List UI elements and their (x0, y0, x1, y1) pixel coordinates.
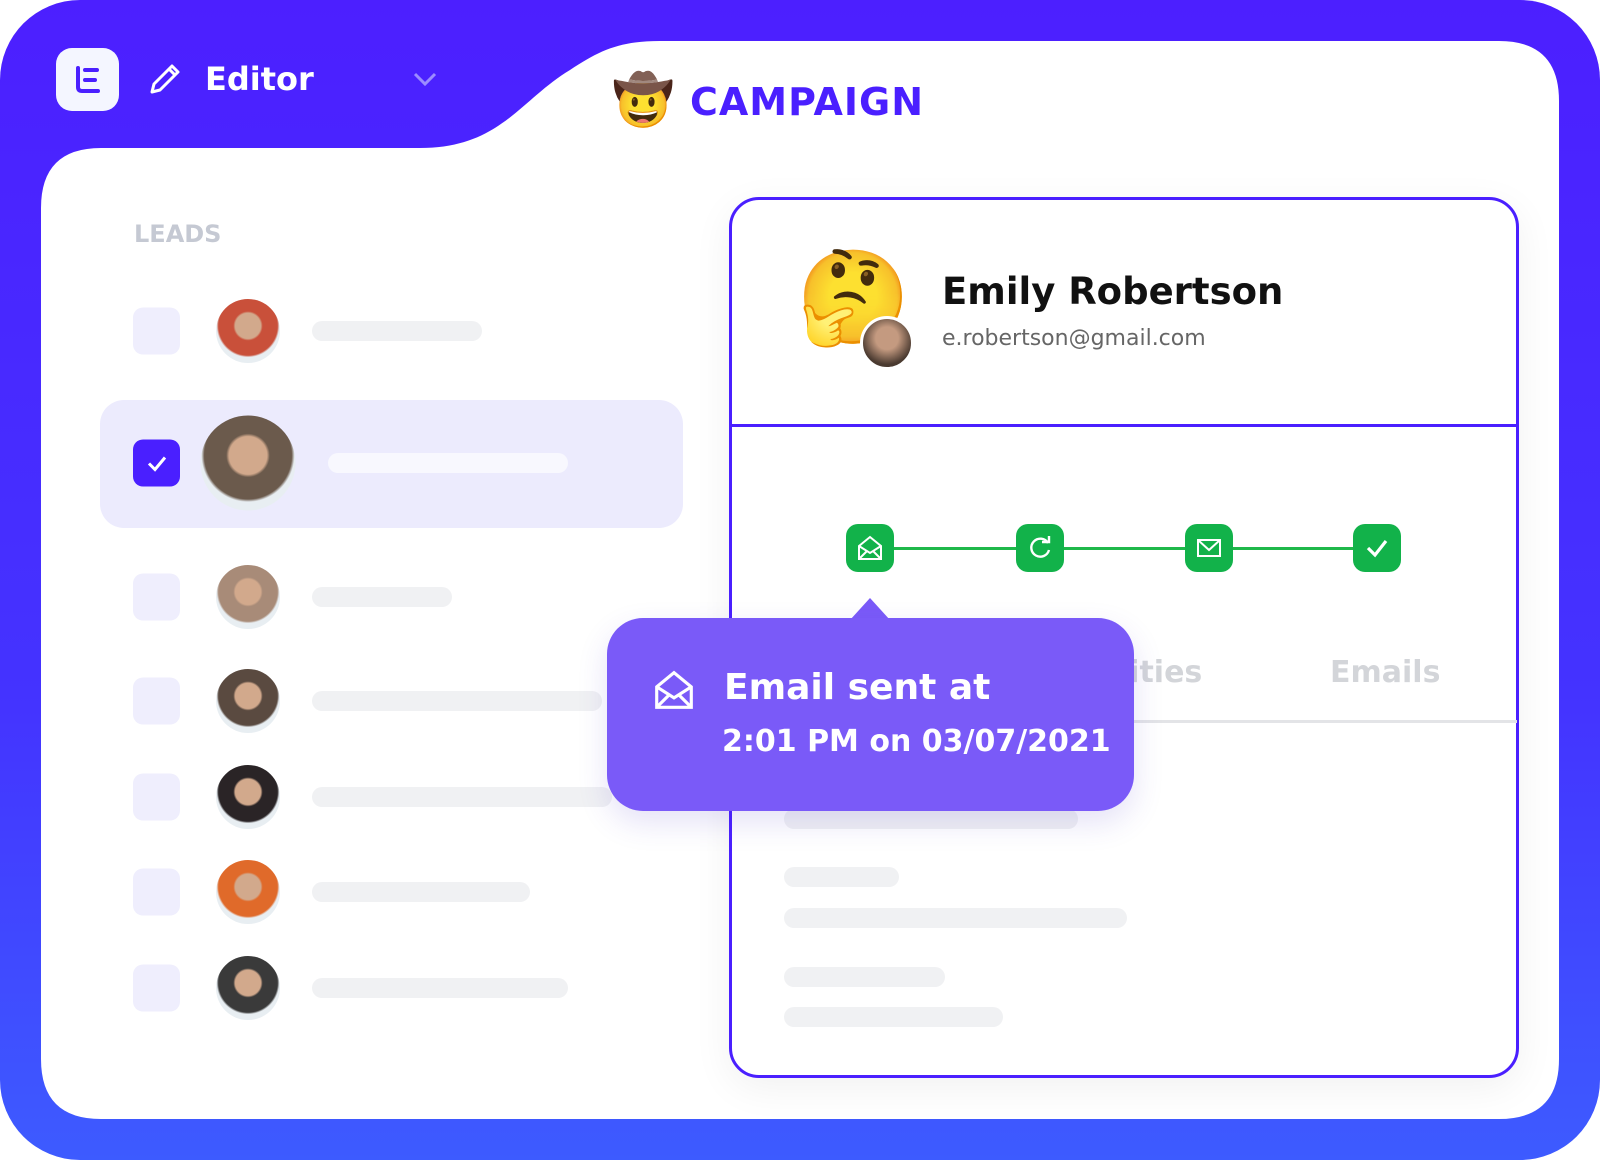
tooltip-title: Email sent at (724, 667, 991, 708)
card-divider (729, 424, 1519, 427)
mail-icon (1197, 539, 1221, 557)
email-sent-tooltip (607, 618, 1134, 811)
placeholder-line (784, 867, 899, 887)
placeholder-line (784, 908, 1127, 928)
lead-name-placeholder (312, 787, 612, 807)
lead-checkbox[interactable] (133, 773, 180, 821)
placeholder-line (784, 1007, 1003, 1027)
lead-checkbox[interactable] (133, 868, 180, 916)
refresh-icon (1030, 536, 1051, 558)
lead-avatar[interactable] (200, 415, 296, 511)
contact-avatar (860, 316, 914, 370)
step-complete[interactable] (1353, 524, 1401, 572)
check-icon (1366, 540, 1388, 558)
lead-checkbox[interactable] (133, 573, 180, 621)
tooltip-arrow (850, 598, 890, 620)
lead-name-placeholder (312, 587, 452, 607)
app-logo[interactable] (56, 48, 119, 111)
tooltip-datetime: 2:01 PM on 03/07/2021 (722, 724, 1111, 759)
contact-email[interactable]: e.robertson@gmail.com (942, 326, 1206, 351)
lead-avatar[interactable] (216, 669, 280, 733)
cowboy-emoji-icon: 🤠 (612, 71, 675, 129)
tabs-underline (1100, 720, 1517, 723)
lead-name-placeholder (312, 882, 530, 902)
lead-avatar[interactable] (216, 299, 280, 363)
leads-heading: LEADS (134, 220, 222, 248)
step-refresh[interactable] (1016, 524, 1064, 572)
lead-avatar[interactable] (216, 860, 280, 924)
pencil-icon (150, 64, 180, 94)
tab-emails[interactable]: Emails (1330, 655, 1440, 690)
logo-e-icon (75, 65, 100, 93)
campaign-title: CAMPAIGN (690, 80, 925, 124)
email-open-icon (858, 535, 882, 560)
step-mail[interactable] (1185, 524, 1233, 572)
lead-avatar[interactable] (216, 956, 280, 1020)
contact-name: Emily Robertson (942, 270, 1284, 313)
check-icon (147, 456, 166, 472)
lead-name-placeholder (312, 978, 568, 998)
lead-checkbox[interactable] (133, 677, 180, 725)
lead-checkbox[interactable] (133, 964, 180, 1012)
lead-name-placeholder (312, 321, 482, 341)
step-email-open[interactable] (846, 524, 894, 572)
lead-avatar[interactable] (216, 565, 280, 629)
placeholder-line (784, 967, 945, 987)
email-open-icon (655, 670, 693, 709)
lead-name-placeholder (328, 453, 568, 473)
editor-label[interactable]: Editor (205, 60, 314, 98)
chevron-down-icon[interactable] (412, 70, 438, 88)
placeholder-line (784, 809, 1078, 829)
timeline-line (870, 547, 1377, 550)
lead-checkbox[interactable] (133, 307, 180, 355)
lead-checkbox[interactable] (133, 439, 180, 487)
lead-avatar[interactable] (216, 765, 280, 829)
lead-name-placeholder (312, 691, 602, 711)
